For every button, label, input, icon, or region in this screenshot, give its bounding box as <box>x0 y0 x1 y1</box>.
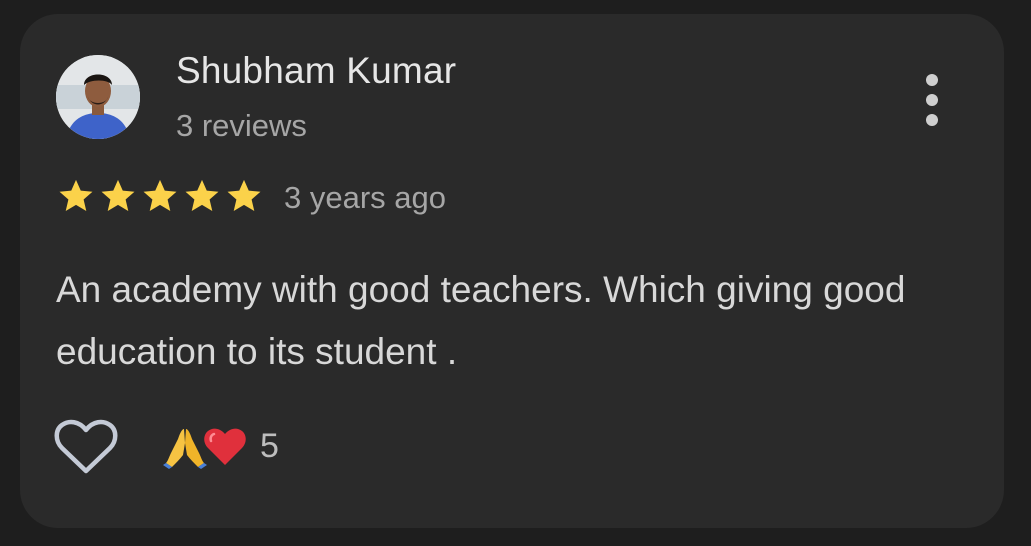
red-heart-emoji <box>204 428 246 465</box>
avatar-image <box>56 55 140 139</box>
review-time: 3 years ago <box>284 180 446 215</box>
more-vert-icon-dot <box>926 114 938 126</box>
like-button[interactable] <box>54 418 118 476</box>
star-icon <box>59 179 93 212</box>
heart-outline-icon <box>54 419 118 474</box>
author-name[interactable]: Shubham Kumar <box>176 50 456 92</box>
review-card: Shubham Kumar 3 reviews 3 years ago An a… <box>20 14 1004 528</box>
more-vert-icon-dot <box>926 94 938 106</box>
more-options-button[interactable] <box>910 70 954 130</box>
star-icon <box>143 179 177 212</box>
star-rating <box>56 177 264 215</box>
reaction-count: 5 <box>260 426 279 465</box>
star-icon <box>101 179 135 212</box>
review-text: An academy with good teachers. Which giv… <box>56 269 906 372</box>
star-icon <box>185 179 219 212</box>
more-vert-icon <box>926 74 938 86</box>
star-icon <box>227 179 261 212</box>
author-review-count: 3 reviews <box>176 108 307 143</box>
reactions-summary[interactable]: 5 <box>162 420 279 472</box>
avatar[interactable] <box>56 55 140 139</box>
